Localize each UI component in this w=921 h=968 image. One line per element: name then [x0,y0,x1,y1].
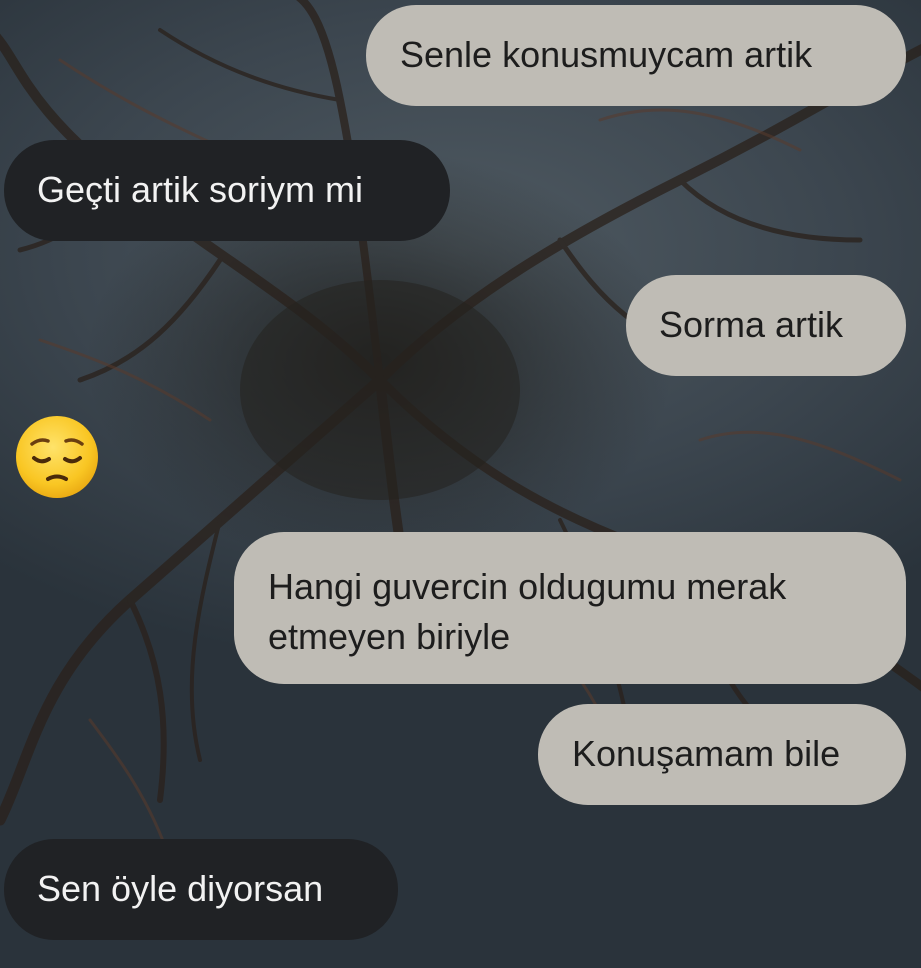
message-text-line: Hangi guvercin oldugumu merak [268,566,787,607]
outgoing-message[interactable]: Hangi guvercin oldugumu merak etmeyen bi… [234,532,906,684]
pensive-face-icon[interactable] [14,414,100,500]
outgoing-message[interactable]: Senle konusmuycam artik [366,5,906,106]
message-text: Konuşamam bile [572,733,841,774]
incoming-message[interactable]: Geçti artik soriym mi [4,140,450,241]
incoming-message[interactable]: Sen öyle diyorsan [4,839,398,940]
message-text: Sorma artik [659,304,844,345]
message-text: Sen öyle diyorsan [37,868,324,909]
outgoing-message[interactable]: Sorma artik [626,275,906,376]
message-text: Senle konusmuycam artik [400,34,813,75]
message-text-line: etmeyen biriyle [268,616,511,657]
message-text: Geçti artik soriym mi [37,169,364,210]
outgoing-message[interactable]: Konuşamam bile [538,704,906,805]
